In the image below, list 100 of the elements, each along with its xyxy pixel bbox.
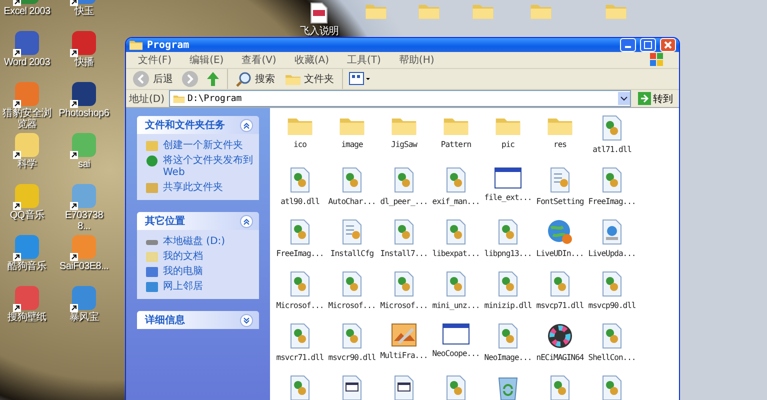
file-name[interactable]: JigSaw bbox=[391, 140, 417, 149]
folders-button[interactable]: 文件夹 bbox=[283, 72, 336, 86]
shortcut-label: 快玉 bbox=[74, 6, 94, 17]
collapse-button[interactable] bbox=[240, 314, 253, 326]
collapse-button[interactable] bbox=[240, 214, 253, 228]
menu-item[interactable]: 工具(T) bbox=[339, 53, 389, 67]
file-name[interactable]: LiveUDIn... bbox=[536, 249, 584, 258]
go-button[interactable]: 转到 bbox=[635, 92, 676, 106]
file-name[interactable]: ShellCon... bbox=[588, 353, 636, 362]
task-link[interactable]: 网上邻居 bbox=[163, 281, 203, 293]
views-icon[interactable] bbox=[349, 72, 371, 86]
maximize-icon bbox=[644, 41, 652, 49]
color-wheel-icon bbox=[547, 323, 573, 349]
file-name[interactable]: MultiFra... bbox=[380, 351, 428, 360]
back-button[interactable]: 后退 bbox=[130, 70, 175, 88]
pdf-file-icon[interactable] bbox=[310, 2, 328, 24]
file-name[interactable]: Pattern bbox=[440, 140, 472, 149]
file-name[interactable]: file_ext... bbox=[484, 193, 532, 202]
flag-logo-icon bbox=[649, 52, 665, 68]
file-name[interactable]: AutoChar... bbox=[328, 197, 376, 206]
file-name[interactable]: FreeImag... bbox=[588, 197, 636, 206]
file-name[interactable]: minizip.dll bbox=[484, 301, 532, 310]
task-link[interactable]: 创建一个新文件夹 bbox=[163, 140, 243, 152]
shortcut-label: SaiF03E8... bbox=[60, 261, 108, 272]
file-name[interactable]: Microsof... bbox=[328, 301, 376, 310]
app-shortcut-icon[interactable] bbox=[72, 82, 96, 106]
file-name[interactable]: Microsof... bbox=[276, 301, 324, 310]
menu-item[interactable]: 查看(V) bbox=[234, 53, 284, 67]
task-link[interactable]: 本地磁盘 (D:) bbox=[163, 236, 226, 248]
file-name[interactable]: libpng13... bbox=[484, 249, 532, 258]
up-arrow-icon[interactable] bbox=[205, 70, 221, 88]
close-button[interactable] bbox=[660, 38, 676, 52]
file-name[interactable]: libexpat... bbox=[432, 249, 480, 258]
shortcut-arrow-icon bbox=[70, 100, 78, 108]
search-button[interactable]: 搜索 bbox=[234, 71, 277, 87]
picture-tool-icon bbox=[391, 323, 417, 347]
shortcut-label: Excel 2003 bbox=[4, 6, 50, 17]
menu-item[interactable]: 编辑(E) bbox=[182, 53, 232, 67]
shortcut-arrow-icon bbox=[13, 49, 21, 57]
menu-item[interactable]: 文件(F) bbox=[130, 53, 180, 67]
address-label: 地址(D) bbox=[129, 92, 165, 106]
task-link[interactable]: 共享此文件夹 bbox=[163, 182, 223, 194]
window-icon bbox=[442, 323, 470, 345]
file-name[interactable]: msvcp71.dll bbox=[536, 301, 584, 310]
file-name[interactable]: InstallCfg bbox=[330, 249, 374, 258]
file-name[interactable]: pic bbox=[502, 140, 514, 149]
shortcut-arrow-icon bbox=[13, 100, 21, 108]
file-name[interactable]: msvcp90.dll bbox=[588, 301, 636, 310]
shortcut-arrow-icon bbox=[13, 304, 21, 312]
file-name[interactable]: FontSetting bbox=[536, 197, 584, 206]
shortcut-arrow-icon bbox=[13, 253, 21, 261]
menu-item[interactable]: 帮助(H) bbox=[390, 53, 442, 67]
shortcut-label: 酷狗音乐 bbox=[8, 261, 46, 272]
shortcut-arrow-icon bbox=[70, 253, 78, 261]
shortcut-label: Word 2003 bbox=[4, 57, 50, 68]
menu-item[interactable]: 收藏(A) bbox=[286, 53, 337, 67]
file-name[interactable]: atl90.dll bbox=[280, 197, 320, 206]
task-link[interactable]: 我的文档 bbox=[163, 251, 203, 263]
app-shortcut-icon[interactable] bbox=[15, 31, 39, 55]
chevron-icon bbox=[243, 122, 250, 128]
file-name[interactable]: Microsof... bbox=[380, 301, 428, 310]
file-name[interactable]: nECiMAGIN64 bbox=[536, 353, 584, 362]
file-name[interactable]: atl71.dll bbox=[592, 145, 632, 154]
window-title: Program bbox=[147, 40, 190, 50]
panel-title: 详细信息 bbox=[145, 313, 185, 327]
file-name[interactable]: Install7... bbox=[380, 249, 428, 258]
chevron-icon bbox=[243, 218, 250, 224]
shortcut-arrow-icon bbox=[70, 304, 78, 312]
shortcut-label: QQ音乐 bbox=[10, 210, 44, 221]
chevron-icon bbox=[243, 316, 250, 324]
file-name[interactable]: LiveUpda... bbox=[588, 249, 636, 258]
shortcut-label: 快播 bbox=[74, 57, 94, 68]
file-name[interactable]: dl_peer_... bbox=[380, 197, 428, 206]
file-name[interactable]: FreeImag... bbox=[276, 249, 324, 258]
close-icon bbox=[664, 41, 672, 49]
recycle-bin-icon bbox=[497, 375, 519, 400]
file-name[interactable]: res bbox=[554, 140, 566, 149]
task-link[interactable]: 将这个文件夹发布到 Web bbox=[163, 155, 253, 179]
minimize-button[interactable] bbox=[620, 38, 636, 52]
file-name[interactable]: image bbox=[341, 140, 363, 149]
panel-title: 文件和文件夹任务 bbox=[145, 118, 225, 132]
shortcut-label: 暴风宝 bbox=[69, 312, 99, 323]
task-link[interactable]: 我的电脑 bbox=[163, 266, 203, 278]
file-name[interactable]: exif_man... bbox=[432, 197, 480, 206]
shortcut-label: 科学 bbox=[17, 159, 37, 170]
collapse-button[interactable] bbox=[240, 118, 253, 132]
go-arrow-icon bbox=[638, 92, 651, 105]
file-name[interactable]: mini_unz... bbox=[432, 301, 480, 310]
file-label: 飞入说明 bbox=[300, 26, 339, 37]
shortcut-arrow-icon bbox=[13, 0, 21, 6]
file-name[interactable]: msvcr71.dll bbox=[276, 353, 324, 362]
shortcut-arrow-icon bbox=[70, 49, 78, 57]
shortcut-label: 猎豹安全浏览器 bbox=[2, 108, 52, 130]
file-name[interactable]: NeoCoope... bbox=[432, 349, 480, 358]
maximize-button[interactable] bbox=[640, 38, 656, 52]
settings-file-icon bbox=[341, 219, 363, 245]
file-name[interactable]: ico bbox=[294, 140, 306, 149]
file-name[interactable]: msvcr90.dll bbox=[328, 353, 376, 362]
file-name[interactable]: NeoImage... bbox=[484, 353, 532, 362]
address-field[interactable]: D:\Program bbox=[168, 90, 631, 107]
